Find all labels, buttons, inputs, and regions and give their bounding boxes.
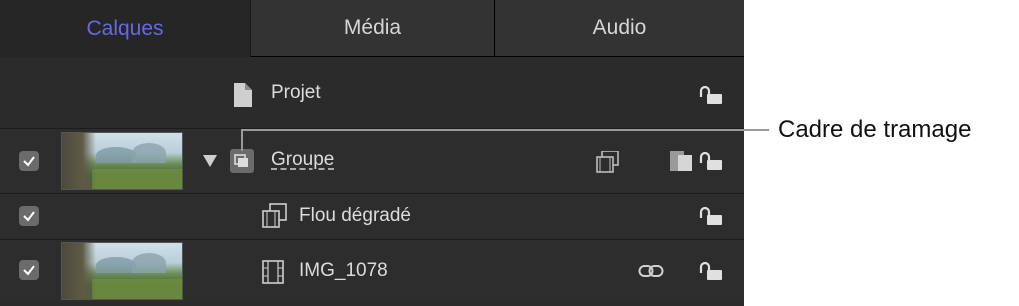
layer-checkbox[interactable] [19,260,39,280]
raster-frame-icon[interactable] [596,151,620,173]
layer-row-img[interactable]: IMG_1078 [0,239,744,302]
layer-name[interactable]: Flou dégradé [299,205,411,227]
layer-thumbnail [61,132,183,190]
callout-leader-vertical [241,129,243,151]
layer-checkbox[interactable] [19,151,39,171]
layer-name[interactable]: IMG_1078 [299,260,388,282]
layer-row-flou[interactable]: Flou dégradé [0,193,744,238]
disclosure-triangle-icon[interactable] [203,155,217,167]
tab-calques[interactable]: Calques [0,0,250,57]
layer-row-groupe[interactable]: Groupe [0,128,744,192]
unlocked-icon[interactable] [698,151,724,171]
unlocked-icon[interactable] [698,85,724,105]
blend-mode-icon[interactable] [670,151,692,173]
tab-media[interactable]: Média [250,0,494,57]
tab-bar: Calques Média Audio [0,0,744,58]
unlocked-icon[interactable] [698,206,724,226]
layer-name[interactable]: Groupe [271,149,334,171]
layers-panel: Calques Média Audio Projet Groupe Flou d… [0,0,744,306]
film-icon [262,260,284,284]
group-icon [230,149,254,173]
callout-label: Cadre de tramage [778,116,972,143]
document-icon [234,83,252,107]
layer-name[interactable]: Projet [271,82,321,104]
filter-icon [262,203,287,228]
layer-row-projet[interactable]: Projet [0,64,744,124]
link-icon[interactable] [638,264,664,278]
layer-checkbox[interactable] [19,206,39,226]
callout-leader-horizontal [241,129,769,131]
layer-thumbnail [61,242,183,300]
tab-audio[interactable]: Audio [494,0,744,57]
unlocked-icon[interactable] [698,261,724,281]
